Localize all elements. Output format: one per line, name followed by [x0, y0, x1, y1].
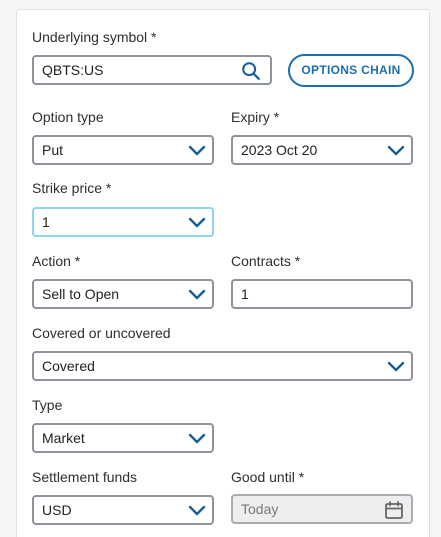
- settlement-funds-value: USD: [42, 502, 72, 518]
- strike-price-select[interactable]: 1: [32, 207, 214, 237]
- type-label: Type: [32, 397, 63, 413]
- good-until-label: Good until *: [231, 469, 305, 485]
- strike-price-label: Strike price *: [32, 180, 112, 196]
- settlement-funds-label: Settlement funds: [32, 469, 138, 485]
- contracts-label: Contracts *: [231, 253, 301, 269]
- covered-select[interactable]: Covered: [32, 351, 413, 381]
- search-icon[interactable]: [240, 60, 262, 82]
- good-until-placeholder: Today: [241, 501, 279, 517]
- underlying-symbol-input[interactable]: QBTS:US: [32, 55, 272, 85]
- expiry-select[interactable]: 2023 Oct 20: [231, 135, 413, 165]
- chevron-down-icon: [188, 505, 206, 516]
- type-value: Market: [42, 430, 85, 446]
- covered-value: Covered: [42, 358, 95, 374]
- covered-label: Covered or uncovered: [32, 325, 171, 341]
- calendar-icon[interactable]: [384, 500, 404, 520]
- expiry-label: Expiry *: [231, 109, 280, 125]
- good-until-input[interactable]: Today: [231, 494, 413, 524]
- settlement-funds-select[interactable]: USD: [32, 495, 214, 525]
- options-chain-button[interactable]: OPTIONS CHAIN: [288, 54, 414, 87]
- contracts-value: 1: [241, 286, 249, 302]
- expiry-value: 2023 Oct 20: [241, 142, 318, 158]
- underlying-symbol-label: Underlying symbol *: [32, 29, 157, 45]
- option-type-select[interactable]: Put: [32, 135, 214, 165]
- option-type-value: Put: [42, 142, 64, 158]
- chevron-down-icon: [387, 361, 405, 372]
- type-select[interactable]: Market: [32, 423, 214, 453]
- chevron-down-icon: [188, 289, 206, 300]
- action-select[interactable]: Sell to Open: [32, 279, 214, 309]
- order-form-panel: [16, 9, 430, 537]
- chevron-down-icon: [188, 145, 206, 156]
- action-label: Action *: [32, 253, 81, 269]
- action-value: Sell to Open: [42, 286, 120, 302]
- option-type-label: Option type: [32, 109, 104, 125]
- chevron-down-icon: [188, 217, 206, 228]
- chevron-down-icon: [188, 433, 206, 444]
- chevron-down-icon: [387, 145, 405, 156]
- strike-price-value: 1: [42, 214, 50, 230]
- contracts-input[interactable]: 1: [231, 279, 413, 309]
- underlying-symbol-value: QBTS:US: [42, 62, 104, 78]
